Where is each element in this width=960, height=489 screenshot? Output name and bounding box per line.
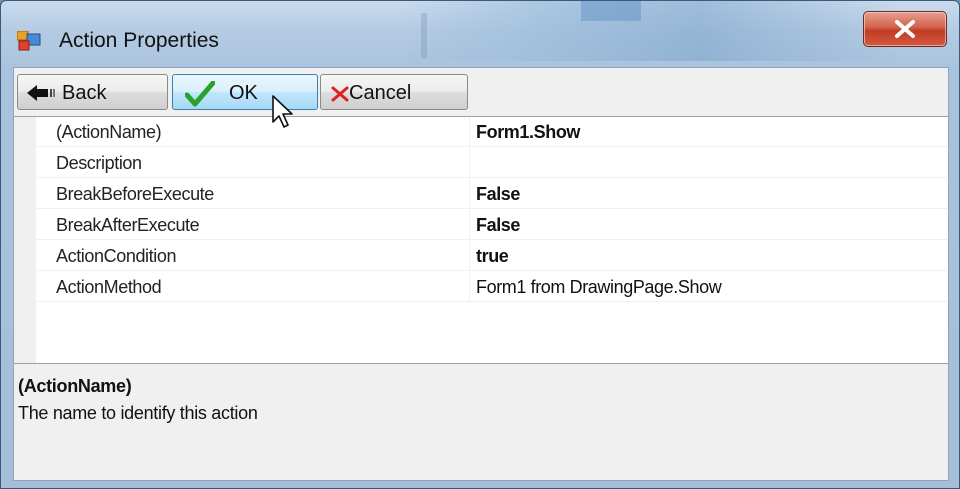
- property-value[interactable]: False: [476, 215, 520, 236]
- close-button[interactable]: [863, 11, 947, 47]
- back-arrow-icon: [26, 84, 56, 108]
- property-name: ActionMethod: [56, 277, 162, 297]
- property-name: BreakBeforeExecute: [56, 184, 214, 204]
- property-value[interactable]: true: [476, 246, 509, 267]
- toolbar: Back OK Cancel: [14, 68, 948, 116]
- property-row[interactable]: Description: [14, 148, 948, 179]
- title-bar-background: [401, 1, 901, 61]
- ok-button-label: OK: [229, 82, 258, 104]
- property-value[interactable]: False: [476, 184, 520, 205]
- cancel-button-label: Cancel: [349, 82, 412, 104]
- back-button-label: Back: [62, 82, 107, 104]
- window-title: Action Properties: [59, 29, 219, 52]
- description-panel: (ActionName) The name to identify this a…: [14, 364, 948, 480]
- property-name: ActionCondition: [56, 246, 177, 266]
- cancel-button[interactable]: Cancel: [320, 74, 468, 110]
- cancel-x-icon: [331, 85, 349, 108]
- title-bar[interactable]: Action Properties: [1, 1, 959, 61]
- property-row[interactable]: BreakBeforeExecute False: [14, 179, 948, 210]
- mouse-pointer-icon: [271, 94, 297, 135]
- property-name: Description: [56, 153, 142, 173]
- action-properties-window: Action Properties Back OK Cancel (Action…: [0, 0, 960, 489]
- property-value[interactable]: Form1 from DrawingPage.Show: [476, 277, 722, 298]
- property-row[interactable]: BreakAfterExecute False: [14, 210, 948, 241]
- checkmark-icon: [184, 80, 216, 113]
- dialog-content: Back OK Cancel (ActionName) Form1.Show D…: [13, 67, 949, 481]
- property-row[interactable]: (ActionName) Form1.Show: [14, 117, 948, 148]
- property-grid: (ActionName) Form1.Show Description Brea…: [14, 116, 948, 364]
- close-x-icon: [895, 20, 915, 38]
- property-row[interactable]: ActionCondition true: [14, 241, 948, 272]
- property-name: (ActionName): [56, 122, 162, 142]
- window-app-icon: [16, 30, 41, 51]
- back-button[interactable]: Back: [17, 74, 168, 110]
- property-row[interactable]: ActionMethod Form1 from DrawingPage.Show: [14, 272, 948, 303]
- description-title: (ActionName): [18, 376, 132, 396]
- property-value[interactable]: Form1.Show: [476, 122, 580, 143]
- description-text: The name to identify this action: [18, 403, 258, 423]
- property-name: BreakAfterExecute: [56, 215, 200, 235]
